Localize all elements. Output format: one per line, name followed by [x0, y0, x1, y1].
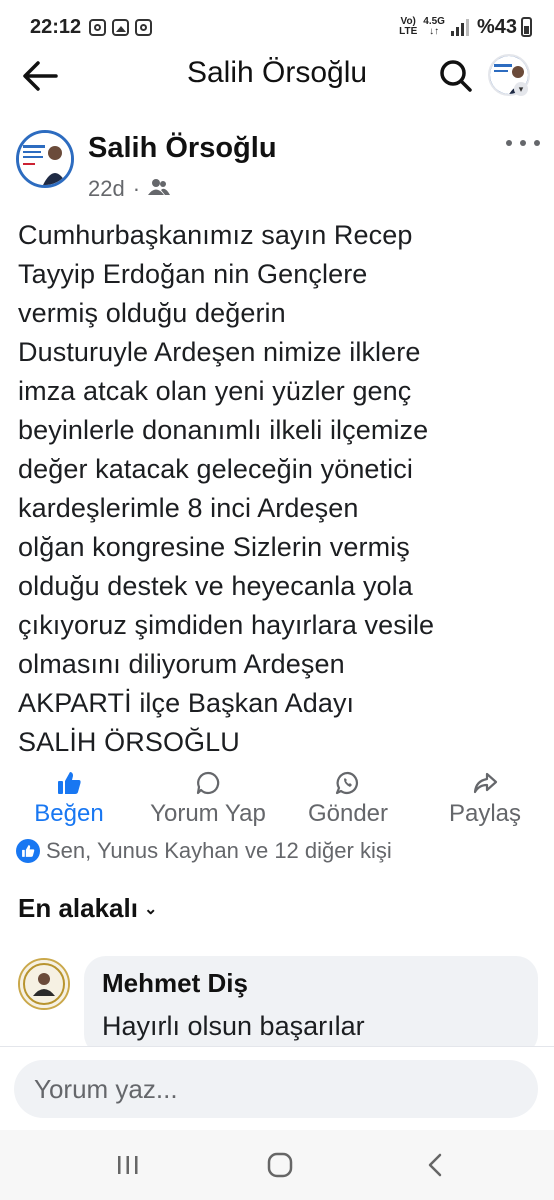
comment-text: Hayırlı olsun başarılar [102, 1011, 365, 1041]
search-icon[interactable] [436, 56, 476, 96]
post-meta: 22d · [88, 176, 171, 202]
comment-bubble: Mehmet Diş Hayırlı olsun başarılar [84, 956, 538, 1056]
comment-label: Yorum Yap [150, 800, 266, 827]
chevron-down-icon: ⌄ [143, 900, 158, 918]
send-button[interactable]: Gönder [298, 770, 398, 832]
system-back-icon[interactable] [416, 1150, 456, 1180]
sort-label: En alakalı [18, 893, 138, 923]
status-bar: 22:12 Vo) LTE 4.5G ↓↑ %43 [0, 0, 554, 54]
comment-sort-dropdown[interactable]: En alakalı ⌄ [18, 893, 157, 924]
reaction-summary-text: Sen, Yunus Kayhan ve 12 diğer kişi [46, 838, 392, 863]
send-label: Gönder [307, 800, 389, 827]
friends-icon [148, 176, 171, 202]
whatsapp-icon [335, 770, 361, 796]
share-label: Paylaş [448, 800, 522, 827]
recent-apps-icon[interactable] [108, 1150, 148, 1180]
network-type-label: 4.5G [423, 16, 445, 27]
app-header: Salih Örsoğlu ▾ [0, 54, 554, 98]
comment-icon [195, 770, 221, 796]
share-button[interactable]: Paylaş [440, 770, 530, 832]
like-button[interactable]: Beğen [22, 770, 116, 832]
like-label: Beğen [34, 800, 104, 827]
battery-percent: %43 [476, 15, 517, 38]
comment-input-placeholder: Yorum yaz... [34, 1073, 178, 1104]
like-reaction-icon [16, 839, 40, 863]
volte-indicator: Vo) LTE [399, 17, 417, 37]
instagram-notification-icon [89, 18, 107, 36]
comment-button[interactable]: Yorum Yap [136, 770, 280, 832]
thumbs-up-icon [56, 770, 82, 796]
instagram-notification-icon [135, 18, 153, 36]
more-options-icon[interactable] [506, 130, 540, 156]
comment-input[interactable]: Yorum yaz... [14, 1060, 538, 1118]
gallery-notification-icon [112, 18, 130, 36]
reaction-summary[interactable]: Sen, Yunus Kayhan ve 12 diğer kişi [16, 838, 392, 864]
network-type: 4.5G ↓↑ [423, 16, 445, 37]
comment-author-avatar[interactable] [18, 958, 70, 1010]
battery-icon [521, 17, 532, 37]
post-action-bar: Beğen Yorum Yap Gönder Paylaş [0, 770, 554, 832]
post-age: 22d [88, 176, 125, 201]
home-icon[interactable] [260, 1150, 300, 1180]
share-arrow-icon [472, 770, 498, 796]
system-nav-bar [0, 1130, 554, 1200]
comment-author-name[interactable]: Mehmet Diş [102, 968, 520, 999]
post-author-name[interactable]: Salih Örsoğlu [88, 132, 277, 165]
meta-separator: · [132, 176, 141, 201]
lte-label: LTE [399, 26, 418, 37]
signal-icon [450, 18, 471, 36]
chevron-down-icon[interactable]: ▾ [514, 82, 528, 96]
status-time: 22:12 [30, 15, 82, 38]
post-body: Cumhurbaşkanımız sayın Recep Tayyip Erdo… [18, 220, 435, 757]
author-avatar[interactable] [16, 130, 74, 188]
